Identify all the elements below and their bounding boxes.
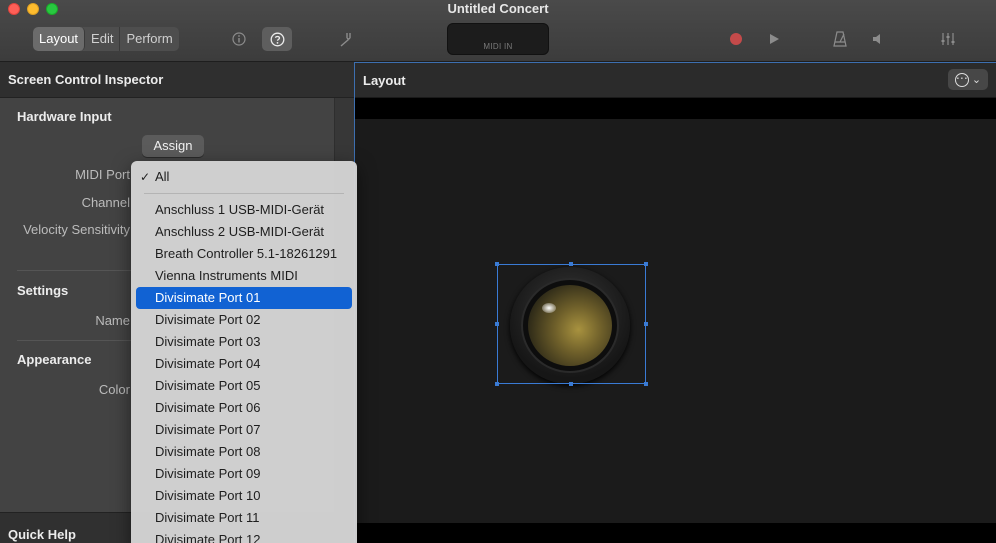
tab-edit[interactable]: Edit [85, 27, 121, 51]
more-icon: ⋯ [954, 70, 969, 87]
quick-help-title: Quick Help [8, 527, 76, 542]
layout-canvas[interactable] [355, 119, 996, 523]
menu-item[interactable]: Divisimate Port 04 [136, 353, 352, 375]
help-icon [270, 32, 284, 46]
menu-item-all[interactable]: ✓ All [136, 166, 352, 188]
inspector-title: Screen Control Inspector [8, 72, 164, 87]
menu-separator [144, 193, 344, 194]
resize-handle[interactable] [644, 262, 648, 266]
menu-item[interactable]: Vienna Instruments MIDI [136, 265, 352, 287]
speaker-icon [873, 34, 880, 44]
metronome-icon [833, 31, 847, 47]
menu-item[interactable]: Divisimate Port 01 [136, 287, 352, 309]
checkmark-icon: ✓ [140, 170, 151, 184]
info-icon [232, 32, 246, 46]
menu-item[interactable]: Divisimate Port 08 [136, 441, 352, 463]
menu-item[interactable]: Divisimate Port 09 [136, 463, 352, 485]
mixer-button[interactable] [936, 27, 960, 51]
section-appearance[interactable]: Appearance [17, 352, 91, 367]
menu-item[interactable]: Divisimate Port 11 [136, 507, 352, 529]
quick-help-button[interactable] [262, 27, 292, 51]
velocity-sensitivity-label: Velocity Sensitivity [23, 222, 130, 237]
canvas-top-strip [355, 98, 996, 119]
tab-layout[interactable]: Layout [33, 27, 86, 51]
section-hardware-input[interactable]: Hardware Input [17, 109, 112, 124]
play-icon [770, 34, 779, 44]
canvas-bottom-strip [355, 523, 996, 543]
name-label: Name [95, 313, 130, 328]
channel-label: Channel [81, 195, 130, 210]
menu-item[interactable]: Divisimate Port 10 [136, 485, 352, 507]
layout-panel: Layout ⋯ ⌄ [354, 62, 996, 543]
menu-item[interactable]: Divisimate Port 12 [136, 529, 352, 543]
chevron-down-icon: ⌄ [971, 73, 982, 86]
resize-handle[interactable] [495, 262, 499, 266]
menu-item[interactable]: Anschluss 1 USB-MIDI-Gerät [136, 199, 352, 221]
metronome-button[interactable] [828, 27, 852, 51]
speaker-button[interactable] [866, 27, 890, 51]
midi-port-label: MIDI Port [75, 167, 130, 182]
resize-handle[interactable] [495, 322, 499, 326]
resize-handle[interactable] [495, 382, 499, 386]
section-settings[interactable]: Settings [17, 283, 68, 298]
mixer-icon [941, 33, 955, 45]
resize-handle[interactable] [644, 382, 648, 386]
resize-handle[interactable] [569, 382, 573, 386]
menu-item[interactable]: Divisimate Port 07 [136, 419, 352, 441]
selection-box[interactable] [495, 262, 648, 386]
midi-port-menu: ✓ All Anschluss 1 USB-MIDI-Gerät Anschluss… [131, 161, 357, 543]
layout-options-button[interactable]: ⋯ ⌄ [948, 69, 988, 90]
tuner-button[interactable] [333, 27, 357, 51]
toolbar: Untitled Concert Layout Edit Perform MID… [0, 0, 996, 62]
record-icon [730, 33, 742, 45]
inspector-header: Screen Control Inspector [0, 62, 354, 98]
menu-item[interactable]: Anschluss 2 USB-MIDI-Gerät [136, 221, 352, 243]
menu-item[interactable]: Divisimate Port 03 [136, 331, 352, 353]
menu-item[interactable]: Divisimate Port 02 [136, 309, 352, 331]
app-window: Untitled Concert Layout Edit Perform MID… [0, 0, 996, 543]
assign-button[interactable]: Assign [142, 135, 204, 157]
resize-handle[interactable] [644, 322, 648, 326]
midi-activity-display: MIDI IN [447, 23, 549, 55]
menu-item[interactable]: Divisimate Port 05 [136, 375, 352, 397]
mode-segmented-control: Layout Edit Perform [33, 27, 179, 51]
tab-perform[interactable]: Perform [120, 27, 178, 51]
menu-item[interactable]: Breath Controller 5.1-18261291 [136, 243, 352, 265]
window-title: Untitled Concert [447, 1, 549, 16]
midi-in-label: MIDI IN [483, 42, 513, 51]
resize-handle[interactable] [569, 262, 573, 266]
menu-item[interactable]: Divisimate Port 06 [136, 397, 352, 419]
play-button[interactable] [762, 27, 786, 51]
color-label: Color [98, 382, 130, 397]
layout-header: Layout ⋯ ⌄ [355, 63, 996, 98]
layout-title: Layout [363, 73, 406, 88]
info-button[interactable] [227, 27, 251, 51]
tuning-fork-icon [340, 33, 351, 47]
record-button[interactable] [724, 27, 748, 51]
